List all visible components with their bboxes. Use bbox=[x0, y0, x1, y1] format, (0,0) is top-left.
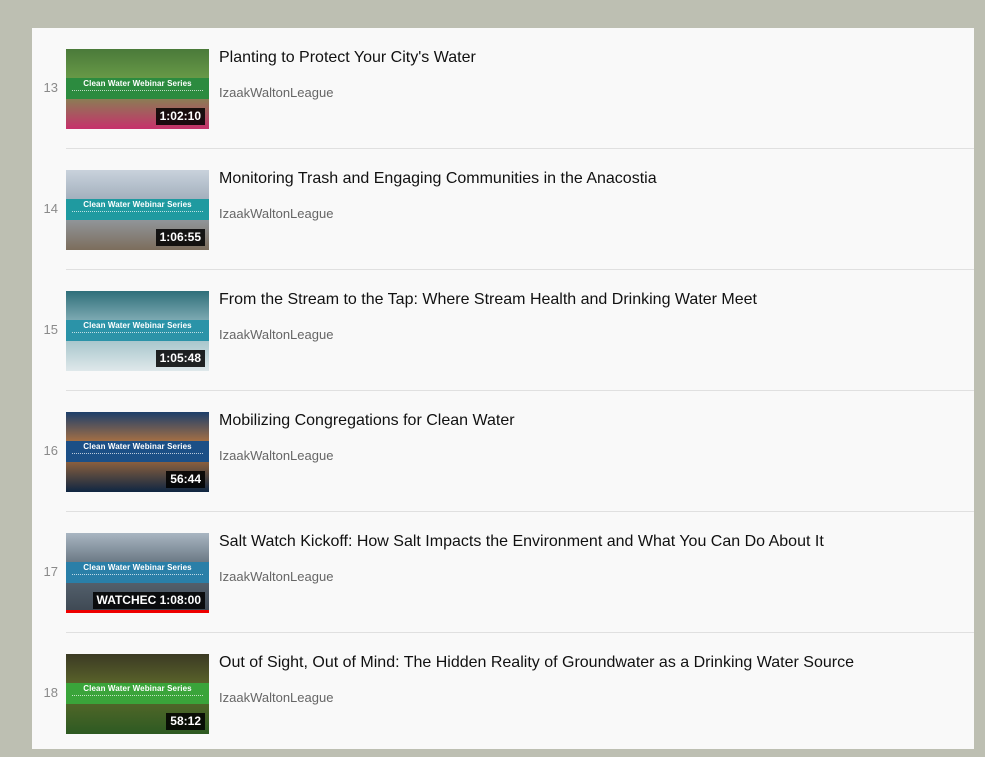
series-banner-subtitle bbox=[72, 574, 203, 577]
playlist-item[interactable]: 15 Clean Water Webinar Series 1:05:48 Fr… bbox=[32, 270, 974, 391]
series-banner: Clean Water Webinar Series bbox=[66, 78, 209, 99]
video-thumbnail[interactable]: Clean Water Webinar Series 1:06:55 bbox=[66, 170, 209, 250]
playlist-item[interactable]: 13 Clean Water Webinar Series 1:02:10 Pl… bbox=[32, 28, 974, 149]
channel-name[interactable]: IzaakWaltonLeague bbox=[219, 448, 333, 463]
watched-progress-bar bbox=[66, 610, 209, 613]
item-index: 17 bbox=[43, 564, 58, 579]
series-banner-subtitle bbox=[72, 332, 203, 335]
video-thumbnail[interactable]: Clean Water Webinar Series 1:02:10 bbox=[66, 49, 209, 129]
duration-badge: 56:44 bbox=[166, 471, 205, 488]
duration-badge: WATCHEC 1:08:00 bbox=[92, 592, 205, 609]
series-banner-title: Clean Water Webinar Series bbox=[83, 563, 192, 572]
series-banner-subtitle bbox=[72, 90, 203, 93]
series-banner-title: Clean Water Webinar Series bbox=[83, 321, 192, 330]
video-thumbnail[interactable]: Clean Water Webinar Series WATCHEC 1:08:… bbox=[66, 533, 209, 613]
item-index: 13 bbox=[43, 80, 58, 95]
series-banner: Clean Water Webinar Series bbox=[66, 562, 209, 583]
item-index: 15 bbox=[43, 322, 58, 337]
playlist-item[interactable]: 17 Clean Water Webinar Series WATCHEC 1:… bbox=[32, 512, 974, 633]
series-banner: Clean Water Webinar Series bbox=[66, 441, 209, 462]
duration-badge: 1:06:55 bbox=[155, 229, 205, 246]
item-index: 16 bbox=[43, 443, 58, 458]
video-title[interactable]: From the Stream to the Tap: Where Stream… bbox=[219, 291, 757, 309]
video-title[interactable]: Monitoring Trash and Engaging Communitie… bbox=[219, 170, 657, 188]
series-banner-title: Clean Water Webinar Series bbox=[83, 79, 192, 88]
channel-name[interactable]: IzaakWaltonLeague bbox=[219, 85, 333, 100]
series-banner-title: Clean Water Webinar Series bbox=[83, 442, 192, 451]
channel-name[interactable]: IzaakWaltonLeague bbox=[219, 206, 333, 221]
playlist-item[interactable]: 16 Clean Water Webinar Series 56:44 Mobi… bbox=[32, 391, 974, 512]
item-index: 14 bbox=[43, 201, 58, 216]
duration-badge: 1:05:48 bbox=[155, 350, 205, 367]
video-title[interactable]: Out of Sight, Out of Mind: The Hidden Re… bbox=[219, 654, 854, 672]
series-banner-title: Clean Water Webinar Series bbox=[83, 684, 192, 693]
duration-badge: 58:12 bbox=[166, 713, 205, 730]
series-banner-title: Clean Water Webinar Series bbox=[83, 200, 192, 209]
series-banner: Clean Water Webinar Series bbox=[66, 683, 209, 704]
series-banner-subtitle bbox=[72, 453, 203, 456]
channel-name[interactable]: IzaakWaltonLeague bbox=[219, 327, 333, 342]
playlist-item[interactable]: 14 Clean Water Webinar Series 1:06:55 Mo… bbox=[32, 149, 974, 270]
series-banner-subtitle bbox=[72, 211, 203, 214]
series-banner: Clean Water Webinar Series bbox=[66, 320, 209, 341]
video-thumbnail[interactable]: Clean Water Webinar Series 56:44 bbox=[66, 412, 209, 492]
video-title[interactable]: Salt Watch Kickoff: How Salt Impacts the… bbox=[219, 533, 824, 551]
video-title[interactable]: Planting to Protect Your City's Water bbox=[219, 49, 476, 67]
video-title[interactable]: Mobilizing Congregations for Clean Water bbox=[219, 412, 515, 430]
series-banner-subtitle bbox=[72, 695, 203, 698]
channel-name[interactable]: IzaakWaltonLeague bbox=[219, 569, 333, 584]
channel-name[interactable]: IzaakWaltonLeague bbox=[219, 690, 333, 705]
series-banner: Clean Water Webinar Series bbox=[66, 199, 209, 220]
playlist-panel: 13 Clean Water Webinar Series 1:02:10 Pl… bbox=[32, 28, 974, 749]
item-index: 18 bbox=[43, 685, 58, 700]
video-thumbnail[interactable]: Clean Water Webinar Series 58:12 bbox=[66, 654, 209, 734]
playlist-item[interactable]: 18 Clean Water Webinar Series 58:12 Out … bbox=[32, 633, 974, 754]
video-thumbnail[interactable]: Clean Water Webinar Series 1:05:48 bbox=[66, 291, 209, 371]
duration-badge: 1:02:10 bbox=[155, 108, 205, 125]
